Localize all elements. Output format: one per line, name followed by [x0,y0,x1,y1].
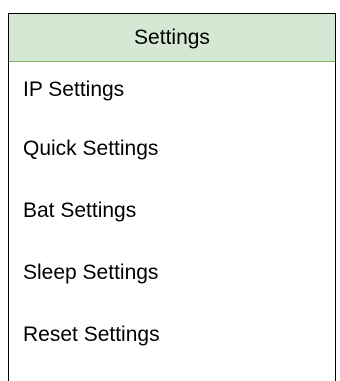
menu-item-sleep-settings[interactable]: Sleep Settings [9,242,335,304]
settings-menu: Settings IP Settings Quick Settings Bat … [8,13,336,381]
menu-item-reset-settings[interactable]: Reset Settings [9,304,335,366]
settings-menu-title: Settings [9,14,335,62]
menu-item-bat-settings[interactable]: Bat Settings [9,180,335,242]
settings-menu-list: IP Settings Quick Settings Bat Settings … [9,62,335,366]
menu-item-ip-settings[interactable]: IP Settings [9,62,335,118]
menu-item-quick-settings[interactable]: Quick Settings [9,118,335,180]
